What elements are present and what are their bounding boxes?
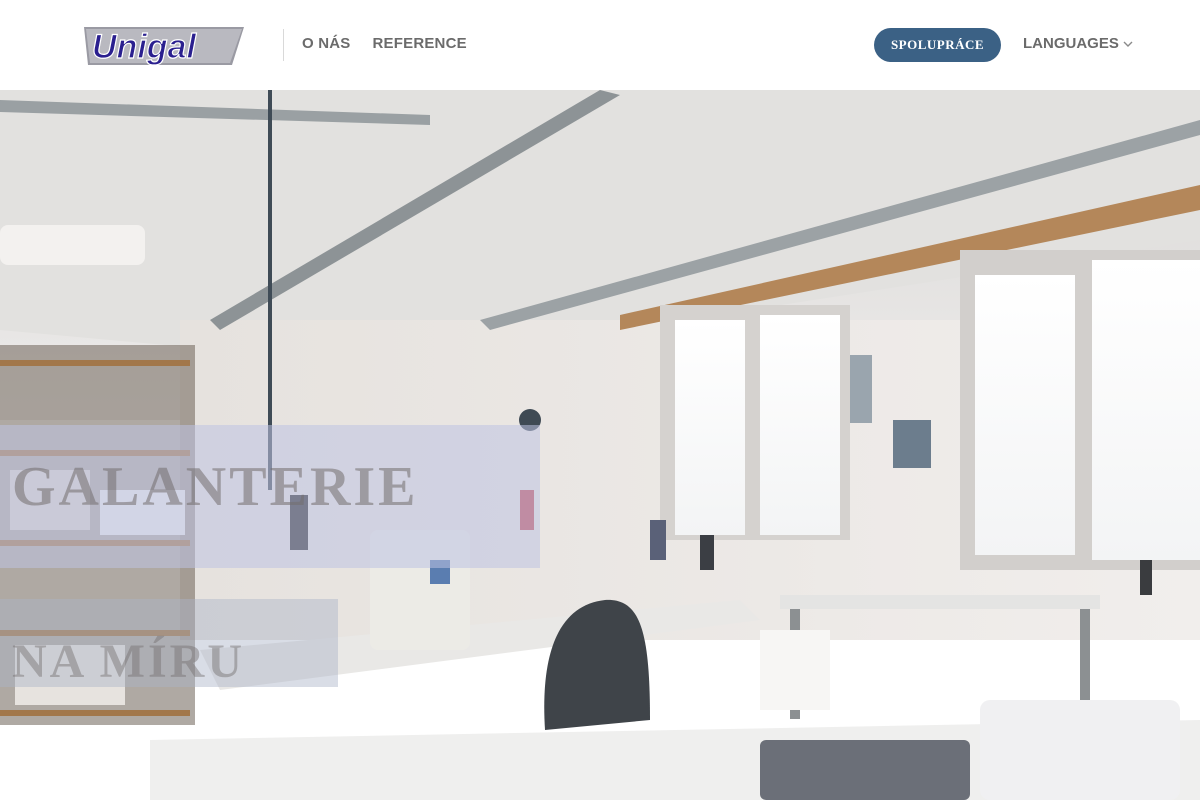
header-divider	[283, 29, 284, 61]
spoluprace-button[interactable]: SPOLUPRÁCE	[874, 28, 1001, 62]
hero-section: GALANTERIE NA MÍRU	[0, 90, 1200, 800]
hero-subtitle: NA MÍRU	[12, 635, 245, 688]
nav-item-o-nas[interactable]: O NÁS	[302, 35, 351, 52]
languages-label: LANGUAGES	[1023, 35, 1119, 52]
unigal-logo[interactable]: Unigal	[82, 24, 246, 68]
hero-title: GALANTERIE	[12, 456, 419, 518]
main-nav: O NÁS REFERENCE	[302, 35, 467, 52]
logo-text: Unigal	[92, 28, 197, 66]
site-header: Unigal O NÁS REFERENCE SPOLUPRÁCE LANGUA…	[0, 0, 1200, 90]
chevron-down-icon	[1123, 41, 1133, 47]
nav-item-reference[interactable]: REFERENCE	[373, 35, 467, 52]
languages-dropdown[interactable]: LANGUAGES	[1023, 35, 1133, 52]
